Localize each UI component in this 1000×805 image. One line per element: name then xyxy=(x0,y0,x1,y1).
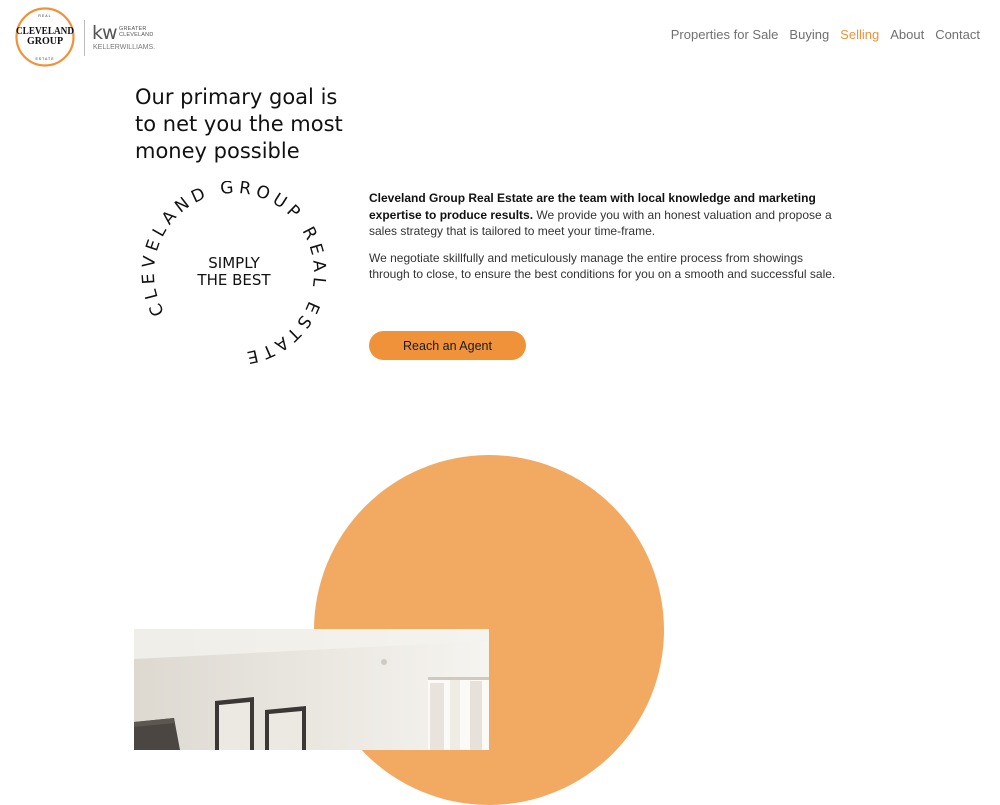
logo-estate-text: ESTATE xyxy=(35,57,54,61)
logo-group-text: GROUP xyxy=(27,36,63,47)
nav-contact[interactable]: Contact xyxy=(935,27,980,42)
description-paragraph-2: We negotiate skillfully and meticulously… xyxy=(369,250,836,282)
logo-divider xyxy=(84,20,85,56)
nav-selling[interactable]: Selling xyxy=(840,27,879,42)
headline-line: Our primary goal is xyxy=(135,85,338,109)
lamp-shade xyxy=(134,718,180,750)
reach-an-agent-button[interactable]: Reach an Agent xyxy=(369,331,526,360)
badge-center-line1: SIMPLY xyxy=(208,254,260,272)
cleveland-group-logo[interactable]: REAL CLEVELAND GROUP ESTATE xyxy=(13,7,77,67)
kw-mark: kw xyxy=(92,22,118,44)
nav-properties-for-sale[interactable]: Properties for Sale xyxy=(671,27,779,42)
picture-frame-left xyxy=(215,697,254,750)
window-curtains xyxy=(428,677,489,750)
site-header: REAL CLEVELAND GROUP ESTATE kw GREATER CL… xyxy=(0,0,1000,74)
nav-about[interactable]: About xyxy=(890,27,924,42)
interior-photo xyxy=(134,629,489,750)
selling-description: Cleveland Group Real Estate are the team… xyxy=(369,190,847,293)
logo-real-text: REAL xyxy=(38,14,51,18)
headline-line: money possible xyxy=(135,139,300,163)
description-paragraph-1: Cleveland Group Real Estate are the team… xyxy=(369,190,847,240)
badge-center-line2: THE BEST xyxy=(196,271,271,289)
page-headline: Our primary goal is to net you the most … xyxy=(135,84,375,165)
nav-buying[interactable]: Buying xyxy=(789,27,829,42)
headline-line: to net you the most xyxy=(135,112,343,136)
kw-greater-line2: CLEVELAND xyxy=(119,32,154,38)
picture-frame-right xyxy=(265,706,306,750)
keller-williams-logo[interactable]: kw GREATER CLEVELAND KELLERWILLIAMS. xyxy=(92,22,162,54)
main-nav: Properties for Sale Buying Selling About… xyxy=(671,27,980,42)
kw-keller-williams: KELLERWILLIAMS. xyxy=(93,44,156,51)
simply-the-best-badge: CLEVELAND GROUP REAL ESTATE SIMPLY THE B… xyxy=(139,181,329,366)
kw-greater-cleveland: GREATER CLEVELAND xyxy=(119,26,154,38)
